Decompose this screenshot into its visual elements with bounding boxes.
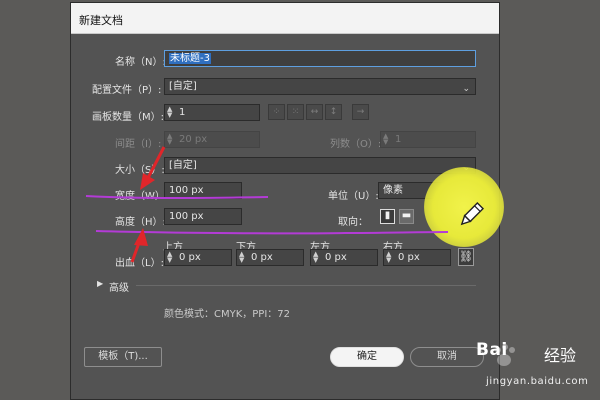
height-arrow-head: [134, 228, 148, 246]
height-underline-annotation: [95, 230, 449, 235]
watermark-suffix: 经验: [544, 346, 577, 365]
width-underline-annotation: [85, 195, 269, 199]
watermark-brand: Bai: [476, 340, 508, 360]
watermark-url: jingyan.baidu.com: [486, 376, 589, 387]
width-arrow-head: [140, 173, 155, 190]
baidu-watermark: Bai 经验 jingyan.baidu.com: [474, 334, 600, 398]
width-arrow-shaft: [146, 146, 166, 179]
